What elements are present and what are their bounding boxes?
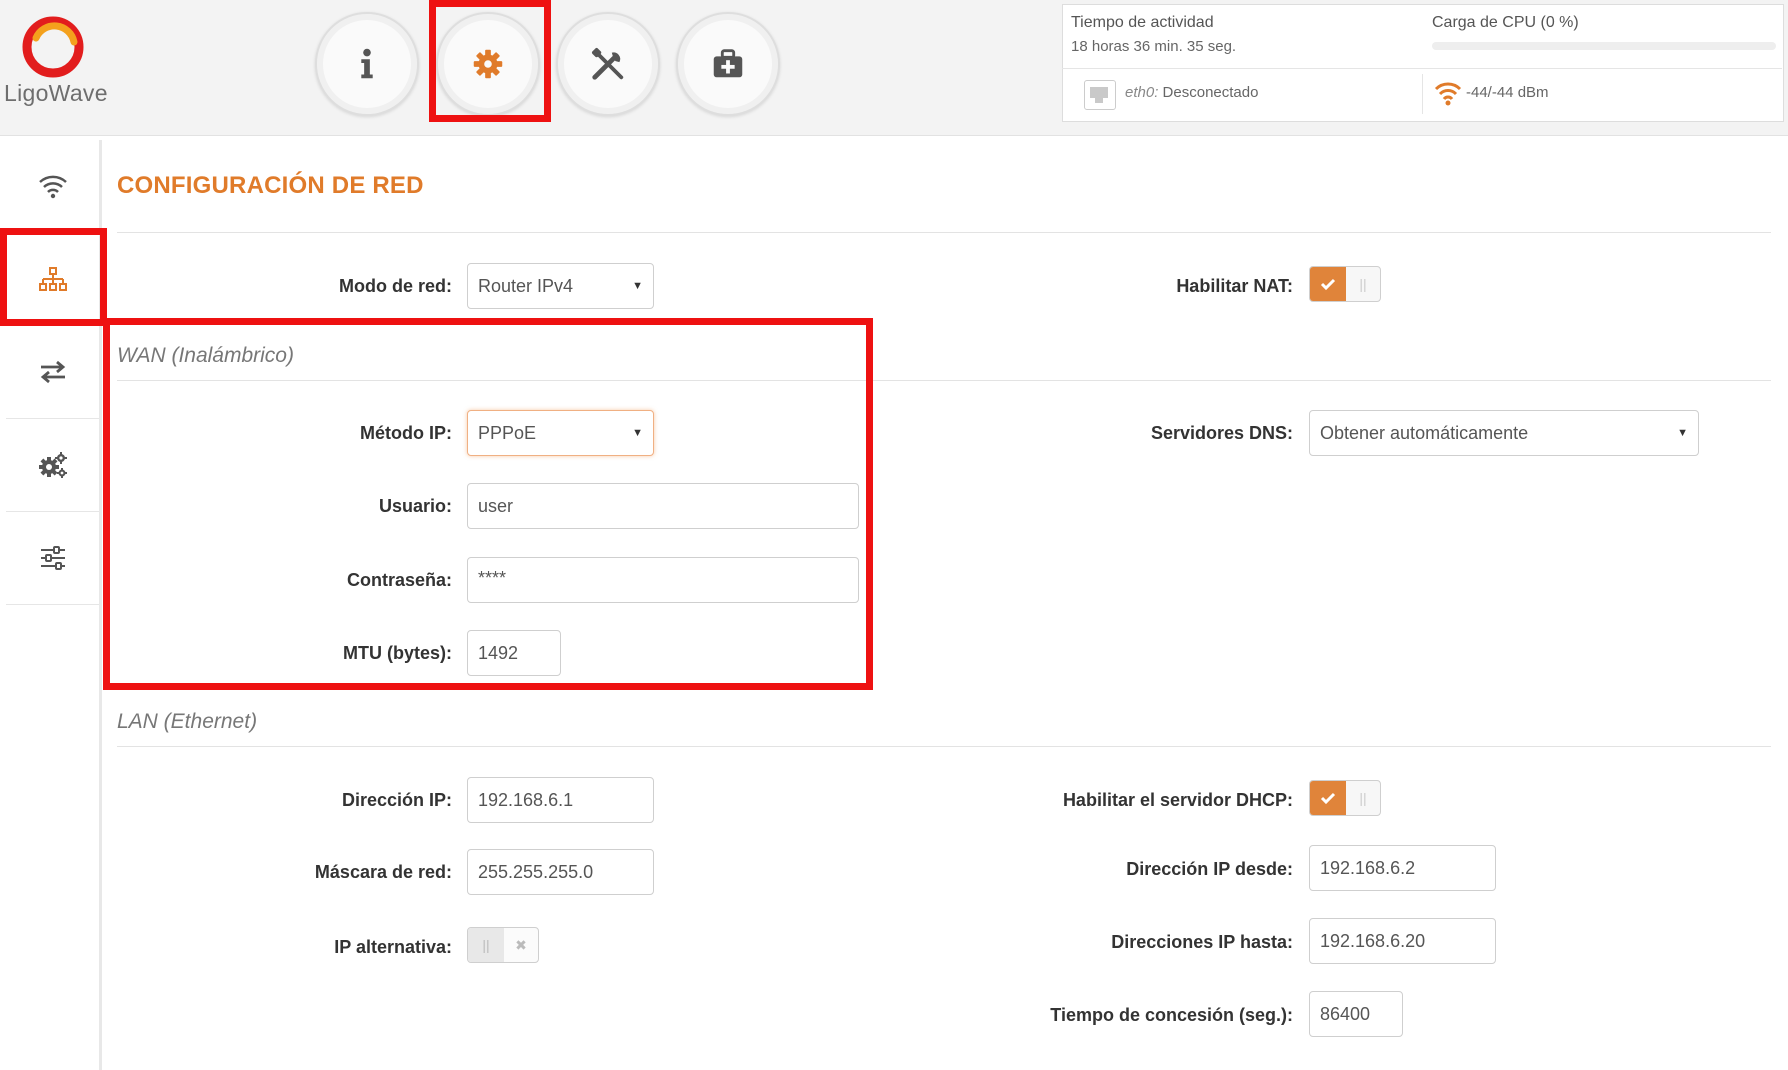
mask-label: Máscara de red: xyxy=(314,862,452,882)
alt-ip-label: IP alternativa: xyxy=(334,937,452,957)
sliders-icon xyxy=(40,546,65,570)
ip-from-label: Dirección IP desde: xyxy=(1126,859,1293,879)
close-icon: ✖ xyxy=(515,936,527,953)
lan-ip-input[interactable]: 192.168.6.1 xyxy=(467,777,654,823)
sidebar-item-system[interactable] xyxy=(6,512,99,605)
title-divider xyxy=(117,232,1771,233)
transfer-icon xyxy=(40,360,65,384)
uptime-value: 18 horas 36 min. 35 seg. xyxy=(1071,38,1237,55)
sidebar-item-wireless[interactable] xyxy=(6,140,99,233)
ip-to-value: 192.168.6.20 xyxy=(1320,930,1426,951)
page-title: CONFIGURACIÓN DE RED xyxy=(117,172,424,199)
network-mode-select[interactable]: Router IPv4 ▼ xyxy=(467,263,654,309)
gears-icon xyxy=(38,452,67,478)
dhcp-label: Habilitar el servidor DHCP: xyxy=(1062,790,1293,810)
nat-label: Habilitar NAT: xyxy=(1176,276,1293,296)
lease-input[interactable]: 86400 xyxy=(1309,991,1403,1037)
lan-divider xyxy=(117,746,1771,747)
brand-name: LigoWave xyxy=(4,80,108,106)
ip-to-label: Direcciones IP hasta: xyxy=(1111,932,1293,952)
lan-section-title: LAN (Ethernet) xyxy=(117,710,258,733)
eth-status-text: Desconectado xyxy=(1162,84,1259,101)
uptime-label: Tiempo de actividad xyxy=(1071,14,1214,31)
ethernet-port-icon xyxy=(1084,80,1116,110)
eth-name: eth0: xyxy=(1125,84,1159,101)
mask-input[interactable]: 255.255.255.0 xyxy=(467,849,654,895)
wifi-icon xyxy=(38,175,67,199)
alt-ip-toggle[interactable]: || ✖ xyxy=(467,927,539,963)
network-mode-value: Router IPv4 xyxy=(478,275,574,296)
check-icon xyxy=(1310,781,1346,815)
lease-label: Tiempo de concesión (seg.): xyxy=(1050,1005,1293,1025)
signal-wifi-icon xyxy=(1434,80,1462,106)
ip-from-input[interactable]: 192.168.6.2 xyxy=(1309,845,1496,891)
highlight-network-item xyxy=(0,228,107,326)
signal-strength: -44/-44 dBm xyxy=(1466,84,1549,101)
eth-status: eth0: Desconectado xyxy=(1125,84,1258,101)
toggle-grip-icon: || xyxy=(1359,276,1367,292)
cpu-progress-bar xyxy=(1432,42,1776,50)
lease-value: 86400 xyxy=(1320,1003,1371,1024)
chevron-down-icon: ▼ xyxy=(1677,427,1688,439)
sidebar-item-routing[interactable] xyxy=(6,326,99,419)
info-icon xyxy=(361,48,373,79)
ip-to-input[interactable]: 192.168.6.20 xyxy=(1309,918,1496,964)
lan-ip-label: Dirección IP: xyxy=(341,790,452,810)
highlight-settings xyxy=(429,0,551,122)
tools-button[interactable] xyxy=(556,12,660,116)
nat-toggle[interactable]: || xyxy=(1309,266,1381,302)
toggle-grip-icon: || xyxy=(468,928,504,962)
ligowave-logo-icon xyxy=(22,16,88,78)
toolbox-button[interactable] xyxy=(676,12,780,116)
chevron-down-icon: ▼ xyxy=(632,280,643,292)
info-button[interactable] xyxy=(315,12,419,116)
dns-select[interactable]: Obtener automáticamente ▼ xyxy=(1309,410,1699,456)
tools-icon xyxy=(592,48,624,80)
dns-label: Servidores DNS: xyxy=(1150,423,1293,443)
ip-from-value: 192.168.6.2 xyxy=(1320,857,1416,878)
status-divider xyxy=(1062,68,1782,69)
dhcp-toggle[interactable]: || xyxy=(1309,780,1381,816)
cpu-label: Carga de CPU (0 %) xyxy=(1432,14,1579,31)
dns-value: Obtener automáticamente xyxy=(1320,422,1529,443)
sidebar-item-services[interactable] xyxy=(6,419,99,512)
toggle-grip-icon: || xyxy=(1359,790,1367,806)
toolbox-icon xyxy=(713,49,743,78)
lan-ip-value: 192.168.6.1 xyxy=(478,789,574,810)
check-icon xyxy=(1310,267,1346,301)
highlight-wan-section xyxy=(103,318,873,690)
mask-value: 255.255.255.0 xyxy=(478,861,594,882)
network-mode-label: Modo de red: xyxy=(339,276,452,296)
status-divider-vertical xyxy=(1422,74,1423,114)
